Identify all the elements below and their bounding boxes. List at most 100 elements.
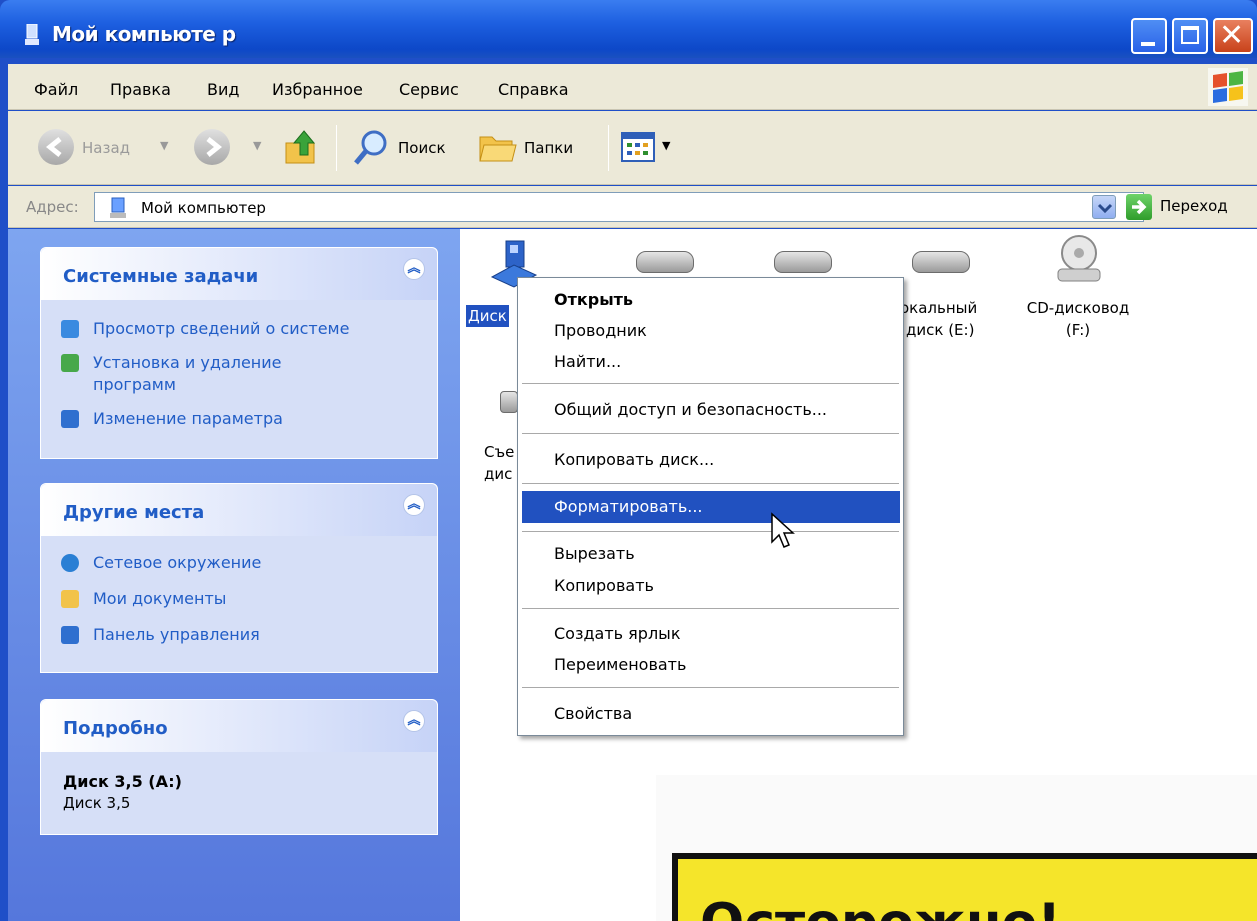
- drive-local-e[interactable]: окальный диск (E:): [900, 297, 1000, 341]
- explorer-window: Мой компьюте р ✕ Файл Правка Вид Избранн…: [0, 0, 1257, 921]
- other-places-header[interactable]: Другие места ︽: [41, 484, 437, 536]
- back-label: Назад: [82, 139, 131, 157]
- menu-separator: [522, 383, 899, 384]
- menu-item-rename[interactable]: Переименовать: [554, 655, 686, 674]
- minimize-button[interactable]: [1131, 18, 1167, 54]
- menu-help[interactable]: Справка: [498, 80, 569, 99]
- menu-item-explorer[interactable]: Проводник: [554, 321, 647, 340]
- maximize-button[interactable]: [1172, 18, 1208, 54]
- menu-item-format[interactable]: Форматировать...: [554, 497, 703, 516]
- menu-item-sharing-security[interactable]: Общий доступ и безопасность...: [554, 400, 827, 419]
- system-tasks-panel: Системные задачи ︽ Просмотр сведений о с…: [40, 247, 438, 459]
- details-item-type: Диск 3,5: [63, 794, 131, 812]
- menu-item-create-shortcut[interactable]: Создать ярлык: [554, 624, 680, 643]
- search-icon: [354, 130, 387, 165]
- address-input[interactable]: Мой компьютер: [94, 192, 1144, 222]
- search-button[interactable]: Поиск: [352, 127, 472, 167]
- removable-drive-icon[interactable]: [500, 391, 518, 413]
- folders-button[interactable]: Папки: [478, 127, 598, 167]
- cd-drive-icon: [1057, 235, 1101, 282]
- go-label[interactable]: Переход: [1160, 197, 1228, 215]
- drive-local-e-label-line1: окальный: [900, 299, 978, 317]
- caution-box: Осторожно!: [672, 853, 1257, 921]
- network-icon: [61, 554, 79, 572]
- system-tasks-header[interactable]: Системные задачи ︽: [41, 248, 437, 300]
- forward-dropdown-icon[interactable]: ▼: [253, 139, 261, 152]
- details-item-name: Диск 3,5 (A:): [63, 772, 182, 791]
- back-button[interactable]: Назад: [38, 127, 148, 167]
- chevron-down-icon: [1097, 203, 1113, 214]
- menu-favorites[interactable]: Избранное: [272, 80, 363, 99]
- toolbar-separator: [336, 125, 337, 171]
- details-header[interactable]: Подробно ︽: [41, 700, 437, 752]
- drive-cd-label-line2: (F:): [1065, 321, 1091, 339]
- menu-separator: [522, 531, 899, 532]
- address-label: Адрес:: [26, 198, 79, 216]
- menu-separator: [522, 483, 899, 484]
- window-title: Мой компьюте р: [52, 22, 236, 46]
- system-tasks-title: Системные задачи: [63, 266, 259, 287]
- other-places-title: Другие места: [63, 502, 205, 523]
- address-value: Мой компьютер: [141, 199, 266, 217]
- go-button[interactable]: [1126, 194, 1152, 220]
- back-arrow-icon: [38, 129, 74, 165]
- collapse-icon[interactable]: ︽: [403, 258, 425, 280]
- collapse-icon[interactable]: ︽: [403, 710, 425, 732]
- close-button[interactable]: ✕: [1213, 18, 1253, 54]
- forward-arrow-icon: [206, 137, 223, 157]
- folders-label: Папки: [524, 139, 574, 157]
- views-button[interactable]: ▼: [620, 129, 680, 165]
- search-label: Поиск: [398, 139, 446, 157]
- close-icon: ✕: [1219, 18, 1245, 53]
- go-arrow-icon: [1132, 199, 1147, 215]
- my-documents-icon: [61, 590, 79, 608]
- menu-item-cut[interactable]: Вырезать: [554, 544, 635, 563]
- menu-separator: [522, 608, 899, 609]
- menu-bar: Файл Правка Вид Избранное Сервис Справка: [8, 64, 1257, 110]
- my-computer-icon: [24, 23, 40, 46]
- other-places-panel: Другие места ︽ Сетевое окружение Мои док…: [40, 483, 438, 673]
- menu-edit[interactable]: Правка: [110, 80, 171, 99]
- up-folder-icon: [285, 130, 316, 164]
- hard-drive-icon[interactable]: [774, 251, 832, 273]
- menu-separator: [522, 433, 899, 434]
- views-icon: [621, 132, 655, 162]
- hard-drive-icon[interactable]: [912, 251, 970, 273]
- views-dropdown-icon: ▼: [662, 139, 671, 152]
- details-title: Подробно: [63, 718, 168, 739]
- task-pane: Системные задачи ︽ Просмотр сведений о с…: [8, 229, 460, 921]
- drive-floppy-label: Диск: [466, 305, 509, 327]
- control-panel-icon: [61, 626, 79, 644]
- address-bar: Адрес: Мой компьютер Переход: [8, 186, 1257, 228]
- menu-item-copy[interactable]: Копировать: [554, 576, 654, 595]
- menu-file[interactable]: Файл: [34, 80, 78, 99]
- folders-icon: [479, 136, 517, 162]
- add-remove-programs-icon: [61, 354, 79, 372]
- toolbar: Назад ▼ ▼ Поиск Папки ▼: [8, 111, 1257, 185]
- address-dropdown-button[interactable]: [1092, 195, 1116, 219]
- windows-logo-icon: [1208, 68, 1248, 106]
- details-panel: Подробно ︽ Диск 3,5 (A:) Диск 3,5: [40, 699, 438, 835]
- drive-cd-f[interactable]: CD-дисковод (F:): [1012, 233, 1144, 343]
- toolbar-separator: [608, 125, 609, 171]
- control-panel-icon: [61, 410, 79, 428]
- menu-item-search[interactable]: Найти...: [554, 352, 621, 371]
- system-info-icon: [61, 320, 79, 338]
- context-menu: Открыть Проводник Найти... Общий доступ …: [517, 277, 904, 736]
- menu-item-properties[interactable]: Свойства: [554, 704, 632, 723]
- hard-drive-icon[interactable]: [636, 251, 694, 273]
- menu-tools[interactable]: Сервис: [399, 80, 459, 99]
- up-folder-button[interactable]: [284, 127, 324, 167]
- collapse-icon[interactable]: ︽: [403, 494, 425, 516]
- drive-cd-label-line1: CD-дисковод: [1026, 299, 1130, 317]
- caution-text: Осторожно!: [700, 893, 1061, 921]
- mouse-pointer-icon: [771, 512, 795, 548]
- menu-separator: [522, 687, 899, 688]
- forward-button[interactable]: [194, 129, 230, 165]
- menu-item-copy-disk[interactable]: Копировать диск...: [554, 450, 714, 469]
- menu-view[interactable]: Вид: [207, 80, 239, 99]
- back-dropdown-icon[interactable]: ▼: [160, 139, 168, 152]
- menu-item-open[interactable]: Открыть: [554, 290, 633, 309]
- title-bar[interactable]: Мой компьюте р ✕: [0, 0, 1257, 58]
- drive-local-e-label-line2: диск (E:): [906, 321, 975, 339]
